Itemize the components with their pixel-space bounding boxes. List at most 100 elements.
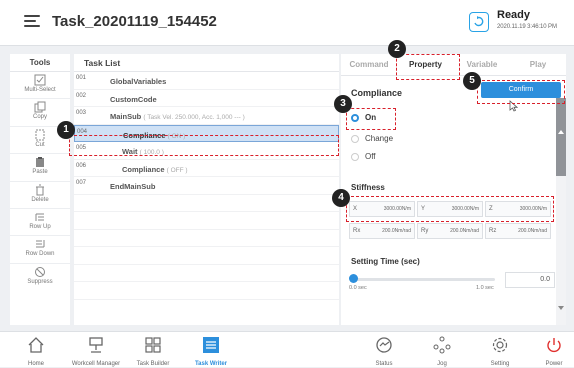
- radio-icon: [351, 135, 359, 143]
- field-value: 200.0Nm/rad: [450, 228, 479, 234]
- option-label: Off: [365, 152, 376, 161]
- row-number: 002: [76, 92, 87, 99]
- empty-row: [74, 195, 339, 212]
- task-row[interactable]: 003 MainSub ( Task Vel. 250.000, Acc. 1,…: [74, 107, 339, 125]
- row-number: 006: [76, 162, 87, 169]
- empty-row: [74, 230, 339, 247]
- tab-play[interactable]: Play: [510, 54, 566, 76]
- highlight-stiffness-fields: [346, 196, 554, 222]
- row-command: EndMainSub: [110, 182, 156, 191]
- row-command: GlobalVariables: [110, 77, 167, 86]
- task-list-title: Task List: [74, 54, 339, 72]
- row-down-button[interactable]: Row Down: [10, 238, 70, 264]
- option-change[interactable]: Change: [351, 132, 411, 146]
- menu-icon[interactable]: [24, 15, 40, 28]
- highlight-property-tab: [396, 54, 460, 80]
- slider-handle[interactable]: [349, 274, 358, 283]
- tool-label: Row Up: [29, 223, 51, 230]
- row-down-icon: [36, 240, 45, 248]
- nav-jog[interactable]: Jog: [422, 332, 462, 368]
- tool-label: Delete: [31, 196, 49, 203]
- field-value: 200.0Nm/rad: [382, 228, 411, 234]
- trash-icon: [36, 184, 44, 196]
- scroll-up-icon[interactable]: [558, 130, 564, 134]
- gear-icon: [492, 337, 508, 353]
- row-number: 007: [76, 180, 87, 186]
- delete-button[interactable]: Delete: [10, 184, 70, 209]
- nav-label: Status: [375, 361, 393, 367]
- home-icon: [28, 337, 44, 353]
- tools-title: Tools: [10, 54, 70, 72]
- multi-select-button[interactable]: Multi-Select: [10, 74, 70, 100]
- task-row[interactable]: 002 CustomCode: [74, 90, 339, 107]
- slider-min-label: 0.0 sec: [349, 285, 367, 291]
- multi-select-icon: [34, 74, 46, 86]
- setting-time-input[interactable]: 0.0: [505, 272, 555, 288]
- tool-label: Row Down: [25, 251, 55, 258]
- cut-icon: [35, 129, 45, 141]
- workcell-icon: [89, 337, 103, 353]
- empty-row: [74, 282, 339, 300]
- task-list-panel: Task List 001 GlobalVariables 002 Custom…: [74, 54, 339, 325]
- radio-icon: [351, 153, 359, 161]
- nav-status[interactable]: Status: [364, 332, 404, 368]
- option-label: Change: [365, 134, 394, 143]
- nav-task-builder[interactable]: Task Builder: [128, 332, 178, 368]
- option-off[interactable]: Off: [351, 150, 411, 164]
- task-row[interactable]: 006 Compliance ( OFF ): [74, 160, 339, 177]
- stiffness-ry-field[interactable]: Ry 200.0Nm/rad: [417, 223, 483, 239]
- refresh-status-icon[interactable]: [469, 12, 489, 32]
- tool-label: Cut: [35, 141, 45, 148]
- copy-icon: [34, 101, 46, 113]
- field-value: 200.0Nm/rad: [518, 228, 547, 234]
- nav-task-writer[interactable]: Task Writer: [186, 332, 236, 368]
- tab-command[interactable]: Command: [341, 54, 397, 76]
- task-row[interactable]: 001 GlobalVariables: [74, 72, 339, 90]
- scroll-thumb[interactable]: [556, 98, 566, 176]
- row-number: 003: [76, 110, 87, 116]
- nav-label: Home: [27, 361, 44, 367]
- highlight-on-option: [346, 108, 396, 130]
- paste-icon: [36, 157, 44, 168]
- row-number: 001: [76, 75, 87, 81]
- task-row[interactable]: 007 EndMainSub: [74, 177, 339, 195]
- suppress-icon: [35, 266, 45, 277]
- empty-row: [74, 265, 339, 282]
- slider-max-label: 1.0 sec: [476, 285, 494, 291]
- paste-button[interactable]: Paste: [10, 156, 70, 182]
- nav-label: Setting: [490, 361, 510, 367]
- nav-label: Workcell Manager: [71, 361, 121, 367]
- row-up-icon: [35, 213, 44, 221]
- header-bar: Task_20201119_154452 Ready 2020.11.19 3:…: [0, 0, 574, 46]
- row-detail: ( Task Vel. 250.000, Acc. 1,000 --- ): [143, 114, 245, 121]
- robot-status: Ready: [497, 9, 531, 21]
- row-command: MainSub ( Task Vel. 250.000, Acc. 1,000 …: [110, 112, 245, 121]
- setting-time-title: Setting Time (sec): [351, 257, 420, 266]
- tab-variable[interactable]: Variable: [454, 54, 510, 76]
- scroll-down-icon[interactable]: [558, 306, 564, 310]
- highlight-confirm-button: [477, 80, 565, 104]
- nav-home[interactable]: Home: [16, 332, 56, 368]
- nav-setting[interactable]: Setting: [480, 332, 520, 368]
- nav-label: Task Builder: [136, 361, 170, 367]
- stiffness-rx-field[interactable]: Rx 200.0Nm/rad: [349, 223, 415, 239]
- tool-label: Multi-Select: [24, 87, 56, 93]
- tool-label: Copy: [32, 114, 47, 121]
- nav-power[interactable]: Power: [534, 332, 574, 368]
- callout-badge: 2: [388, 40, 406, 58]
- empty-row: [74, 212, 339, 230]
- panel-scrollbar[interactable]: [556, 98, 566, 325]
- callout-badge: 4: [332, 189, 350, 207]
- row-up-button[interactable]: Row Up: [10, 211, 70, 237]
- setting-time-value: 0.0: [540, 276, 550, 283]
- row-command: CustomCode: [110, 94, 157, 104]
- task-builder-icon: [145, 337, 161, 353]
- power-icon: [547, 338, 561, 353]
- nav-workcell-manager[interactable]: Workcell Manager: [64, 332, 128, 368]
- field-key: Ry: [421, 228, 429, 234]
- row-detail: ( OFF ): [166, 166, 188, 174]
- setting-time-slider[interactable]: [353, 278, 495, 281]
- empty-row: [74, 247, 339, 265]
- suppress-button[interactable]: Suppress: [10, 266, 70, 291]
- stiffness-rz-field[interactable]: Rz 200.0Nm/rad: [485, 223, 551, 239]
